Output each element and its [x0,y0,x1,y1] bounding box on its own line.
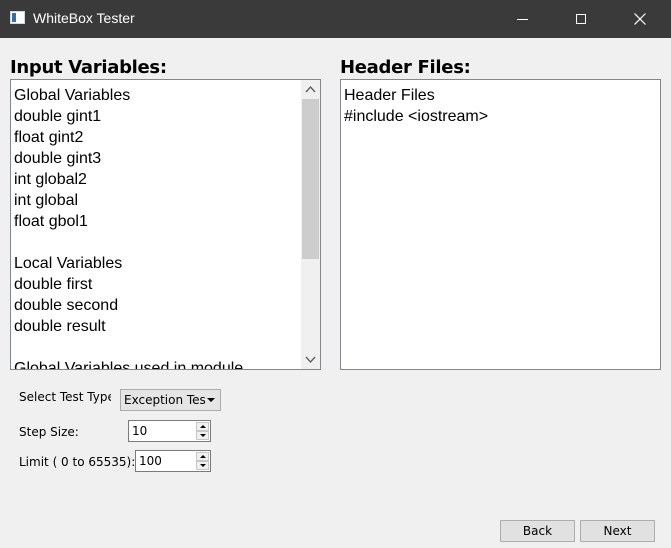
list-item: int global2 [14,171,87,188]
minimize-button[interactable] [493,0,551,38]
maximize-button[interactable] [552,0,610,38]
back-button[interactable]: Back [500,520,575,542]
step-size-spinbox[interactable]: 10 [128,420,211,442]
next-button[interactable]: Next [580,520,655,542]
list-item: double first [14,276,93,293]
spin-up-icon[interactable] [196,452,209,461]
scroll-thumb[interactable] [302,99,319,259]
list-item: double second [14,297,119,314]
close-button[interactable] [611,0,669,38]
list-item: Global Variables used in module [14,360,244,370]
app-icon [10,11,25,24]
input-variables-label: Input Variables: [10,57,167,78]
input-variables-list[interactable]: Global Variables double gint1 float gint… [10,79,321,370]
maximize-icon [576,14,586,24]
scroll-up-icon[interactable] [301,81,320,98]
step-size-value: 10 [132,424,148,438]
list-item: double gint1 [14,108,102,125]
chevron-down-icon [207,398,215,402]
list-item: double gint3 [14,150,102,167]
title-bar: WhiteBox Tester [0,0,671,38]
minimize-icon [516,18,528,20]
limit-label: Limit ( 0 to 65535): [19,455,136,469]
vertical-scrollbar[interactable] [301,80,320,369]
header-files-label: Header Files: [340,57,471,78]
list-item: int global [14,192,79,209]
list-item: float gint2 [14,129,84,146]
limit-value: 100 [139,454,162,468]
test-type-dropdown[interactable]: Exception Test [120,389,221,411]
header-files-list[interactable]: Header Files #include <iostream> [340,79,661,370]
list-item: double result [14,318,106,335]
spin-down-icon[interactable] [196,461,209,470]
list-item: float gbol1 [14,213,88,230]
spin-down-icon[interactable] [196,431,209,440]
spin-up-icon[interactable] [196,422,209,431]
list-item: Local Variables [14,255,123,272]
list-item: #include <iostream> [344,108,489,125]
test-type-value: Exception Test [124,393,206,407]
window-title: WhiteBox Tester [33,10,135,26]
test-type-label: Select Test Type [19,390,111,404]
close-icon [634,13,646,25]
list-item [14,337,243,358]
list-item: Global Variables [14,87,131,104]
list-item [14,232,243,253]
limit-spinbox[interactable]: 100 [135,450,211,472]
scroll-down-icon[interactable] [301,351,320,368]
step-size-label: Step Size: [19,425,79,439]
list-item: Header Files [344,87,435,104]
